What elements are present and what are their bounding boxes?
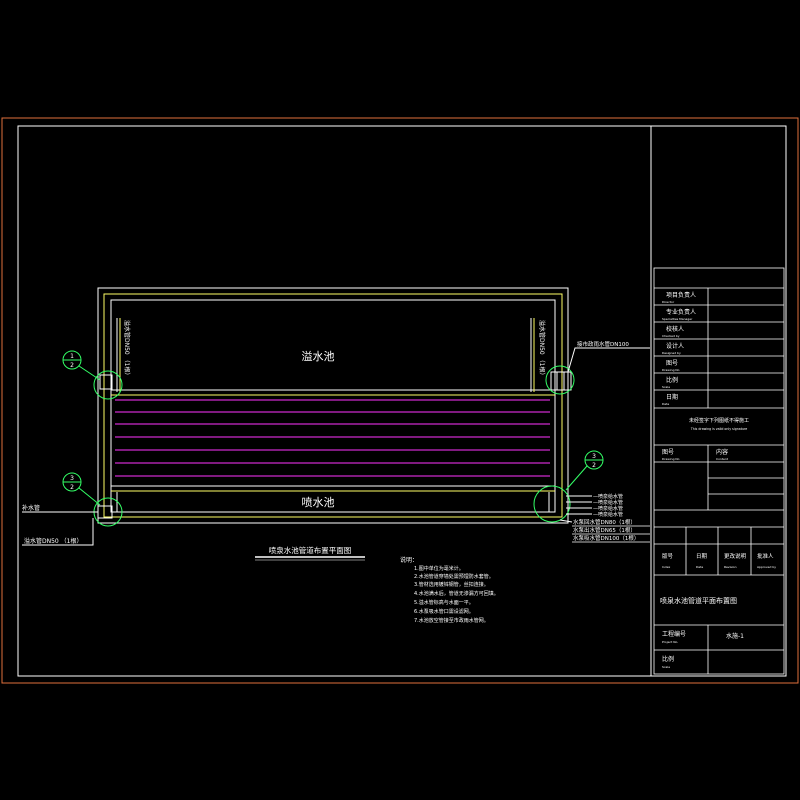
right-note: 水泵出水管DN65（1根） [573,526,636,534]
tb-sheet-title: 喷泉水池管道平面布置图 [660,596,737,605]
callout-bottom-number: 2 [592,462,596,469]
callout-top-number: 3 [70,475,74,482]
tb-rev-header-en: Approved by [757,565,776,569]
notes-header: 说明： [400,556,418,564]
tb-row-en: Specialties Manager [662,317,693,321]
callout-top-number: 1 [70,353,74,360]
tb-drawing-no-en: Drawing No [662,457,680,461]
tb-row-en: Drawing No [662,368,680,372]
left-vertical-label: 溢水管DN50 （1根） [123,320,131,378]
tb-rev-header: 更改说明 [724,552,747,560]
tb-row-cn: 校核人 [666,325,684,333]
cascade-steps [115,399,550,477]
tb-warning-cn: 未经签字下列图纸不得施工 [689,417,749,424]
tb-row-en: Director [662,300,675,304]
cad-drawing: 溢水管DN50 （1根） 溢水管DN50 （1根） 溢水池 喷水池 1 2 3 … [1,117,799,684]
tb-row-cn: 图号 [666,360,678,367]
right-note: 水泵吸水管DN100（1根） [573,534,639,542]
right-leaders: 接市政雨水管DN100 —喷泉给水管 —喷泉给水管 —喷泉给水管 —喷泉给水管 … [559,340,650,543]
note-item: 7.水池放空管接至市政雨水管网。 [414,617,489,624]
plan-title: 喷泉水池管道布置平面图 [269,545,352,555]
right-leader-label: —喷泉给水管 [593,505,623,512]
note-item: 5.溢水管标高与水面一平。 [414,599,474,606]
tb-row-cn: 日期 [666,393,678,401]
sheet-inner-frame [17,125,787,677]
tb-rev-header: 日期 [696,553,708,560]
note-item: 1.图中单位为毫米计。 [414,565,464,572]
left-leader-label-1: 溢水管DN50 （1根） [24,537,82,545]
right-note: 水泵回水管DN80（1根） [573,518,636,526]
callout-left-top: 1 2 [62,350,101,381]
tb-rev-header-en: Revision [724,565,737,569]
tb-project-no-value: 水施-1 [726,632,744,640]
callout-top-number: 3 [592,453,596,460]
right-vertical-label: 溢水管DN50 （1根） [538,320,546,378]
right-leader-label: —喷泉给水管 [593,499,623,506]
callout-leader [565,465,588,491]
tb-row-cn: 项目负责人 [666,291,696,299]
leader-line [559,519,573,523]
pool-plan: 溢水管DN50 （1根） 溢水管DN50 （1根） 溢水池 喷水池 1 2 3 … [22,287,650,546]
tb-content-cn: 内容 [716,448,728,456]
note-item: 4.水池满水后，管道无渗漏方可回填。 [414,590,499,597]
callout-bottom-number: 2 [70,362,74,369]
note-item: 3.管材选用镀锌钢管，丝扣连接。 [414,581,489,588]
tb-row-cn: 比例 [666,376,678,384]
tb-row-cn: 专业负责人 [666,308,696,316]
tb-row-en: Date [662,402,669,406]
pool-wall-inner [110,299,556,513]
callout-leader [78,487,101,506]
pool-wall-middle [103,293,563,518]
tb-scale-cn: 比例 [662,655,674,663]
title-block-text: 项目负责人 Director 专业负责人 Specialties Manager… [660,291,776,669]
overflow-pool-label: 溢水池 [302,349,335,363]
callout-bottom-number: 2 [70,484,74,491]
tb-rev-header-en: Index [662,565,670,569]
callout-leader [78,365,101,381]
tb-project-no-cn: 工程编号 [662,630,686,638]
tb-row-en: Checked by [662,334,680,338]
tb-drawing-no-cn: 图号 [662,449,674,456]
tb-rev-header: 版号 [662,552,674,560]
left-leaders: 补水管 溢水管DN50 （1根） [22,504,98,546]
tb-row-en: Scale [662,385,670,389]
note-item: 6.水泵吸水管口需设滤网。 [414,608,474,615]
right-leader-top-label: 接市政雨水管DN100 [577,340,629,348]
left-leader-label-2: 补水管 [22,504,40,512]
tb-content-en: Content [716,457,729,461]
spray-pool-label: 喷水池 [302,496,335,509]
left-fitting [99,374,113,390]
callout-right: 3 2 [565,450,604,491]
note-item: 2.水池管道穿墙处需预埋防水套管。 [414,573,494,580]
pool-wall-outer [97,287,569,524]
general-notes: 说明： 1.图中单位为毫米计。 2.水池管道穿墙处需预埋防水套管。 3.管材选用… [400,556,499,624]
tb-rev-header: 批准人 [757,552,774,560]
tb-warning-en: This drawing is valid only signature [690,427,747,431]
leader-line [567,347,650,373]
tb-scale-en: Scale [662,665,670,669]
right-leader-label: —喷泉给水管 [593,493,623,500]
tb-row-en: Designed by [662,351,681,355]
right-leader-label: —喷泉给水管 [593,511,623,518]
callout-left-bottom: 3 2 [62,472,101,506]
tb-rev-header-en: Date [696,565,703,569]
tb-row-cn: 设计人 [666,342,684,350]
left-lower-fitting [97,505,113,519]
tb-project-no-en: Project No. [662,640,678,644]
